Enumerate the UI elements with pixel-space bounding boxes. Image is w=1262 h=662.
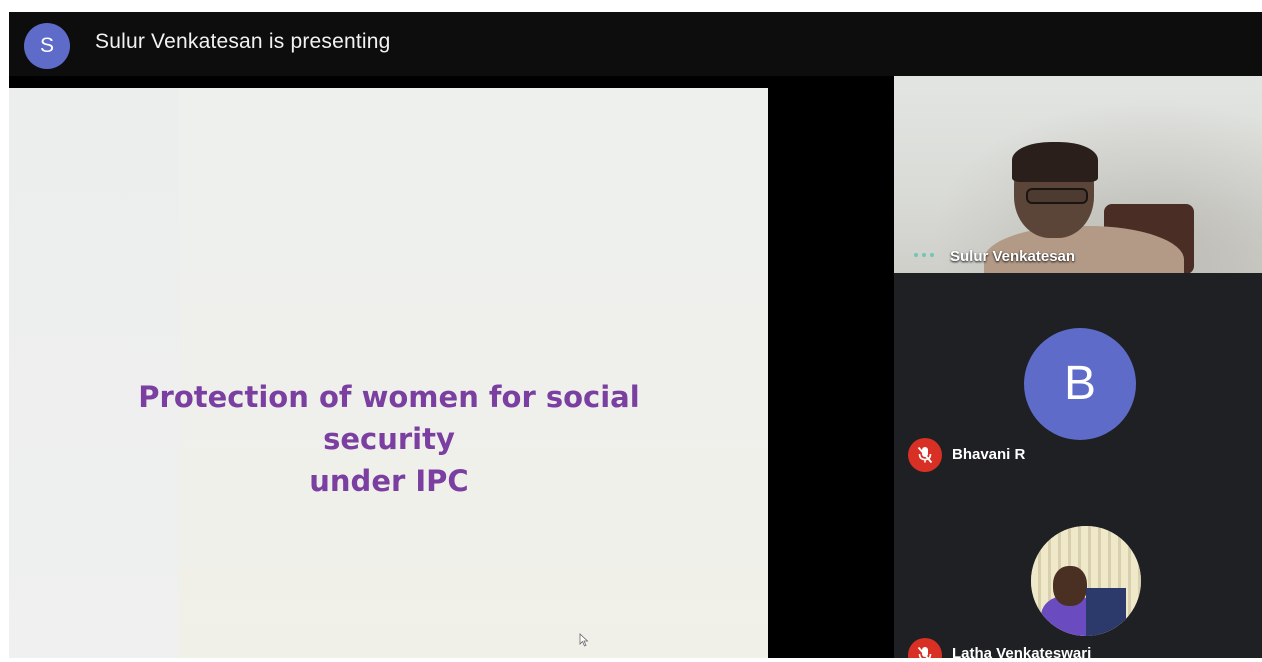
slide-title-line-2: under IPC <box>309 464 469 498</box>
presenter-avatar[interactable]: S <box>24 23 70 69</box>
participant-name: Bhavani R <box>952 446 1026 463</box>
participant-avatar-bhavani[interactable]: B <box>1024 328 1136 440</box>
participant-avatar-latha[interactable] <box>1031 526 1141 636</box>
participants-panel: Sulur Venkatesan B Bhavani R Latha Venka… <box>894 76 1262 658</box>
shared-screen-slide[interactable]: Protection of women for social security … <box>9 88 768 658</box>
cursor-icon <box>579 633 589 647</box>
participant-name: Latha Venkateswari <box>952 645 1092 658</box>
speaking-dots-icon <box>914 253 934 257</box>
presenting-banner: S Sulur Venkatesan is presenting <box>9 12 1262 76</box>
presenting-label: Sulur Venkatesan is presenting <box>95 30 391 53</box>
video-person-glasses <box>1026 188 1088 204</box>
participant-name: Sulur Venkatesan <box>950 248 1076 265</box>
video-person-hair <box>1012 142 1098 182</box>
slide-left-band <box>9 88 179 658</box>
participant-tile-sulur[interactable]: Sulur Venkatesan <box>894 76 1262 273</box>
photo-person-head <box>1053 566 1087 606</box>
mic-off-icon <box>908 438 942 472</box>
slide-title-line-1: Protection of women for social security <box>138 380 640 456</box>
slide-title: Protection of women for social security … <box>69 376 709 502</box>
photo-podium <box>1086 588 1126 636</box>
mic-off-icon <box>908 638 942 658</box>
meeting-window: S Sulur Venkatesan is presenting Protect… <box>9 12 1262 658</box>
